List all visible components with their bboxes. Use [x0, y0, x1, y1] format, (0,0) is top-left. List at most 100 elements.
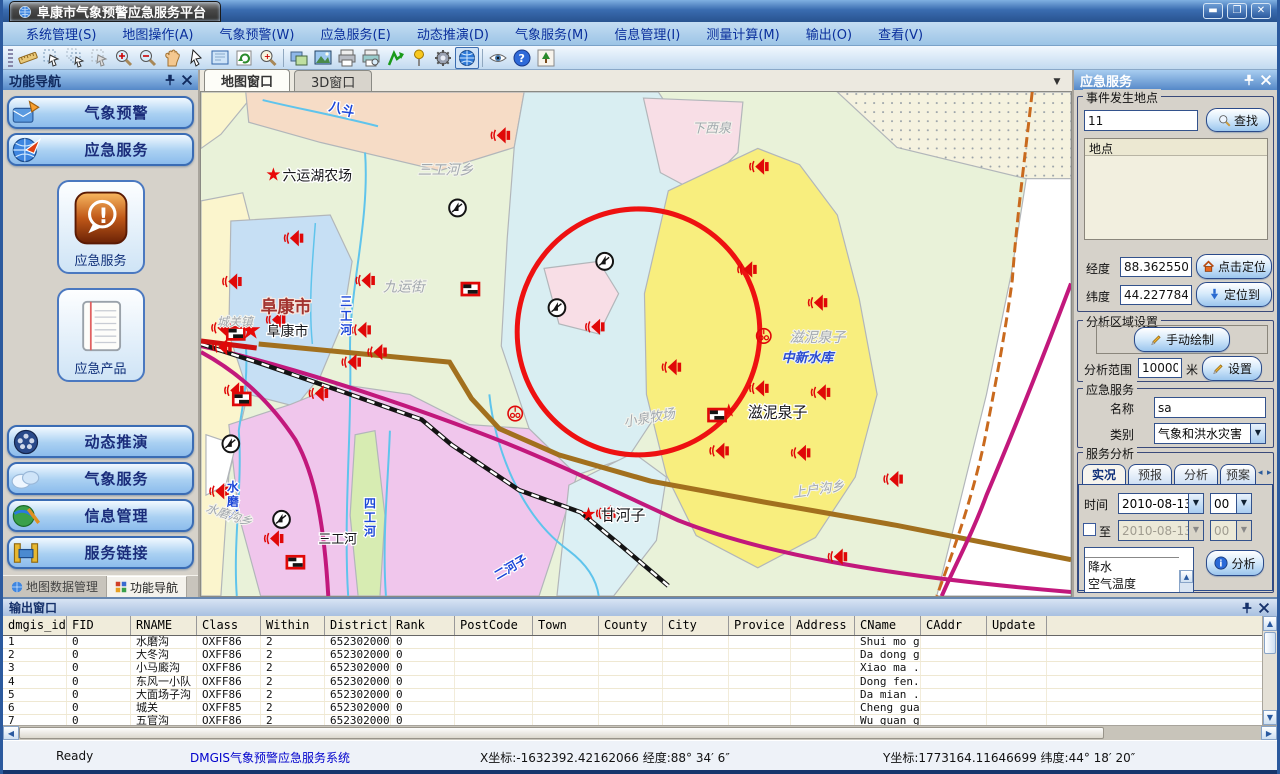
help-button[interactable]: ?	[510, 47, 534, 69]
table-row[interactable]: 20大冬沟OXFF8626523020000Da dong gou	[3, 649, 1262, 662]
chevron-down-icon[interactable]: ▼	[1188, 494, 1203, 513]
service-name-input[interactable]	[1154, 397, 1266, 418]
column-header[interactable]: Town	[533, 616, 599, 635]
set-range-button[interactable]: 设置	[1202, 356, 1262, 381]
scroll-left-icon[interactable]: ◀	[3, 726, 19, 740]
layers-button[interactable]	[287, 47, 311, 69]
column-header[interactable]: Address	[791, 616, 855, 635]
element-listbox[interactable]: 降水 空气温度 ▲	[1084, 547, 1194, 593]
analysis-range-input[interactable]	[1138, 358, 1182, 378]
star-marker[interactable]: ★	[721, 400, 737, 421]
scroll-down-icon[interactable]: ▼	[1263, 710, 1277, 725]
service-type-select[interactable]: 气象和洪水灾害▼	[1154, 423, 1266, 444]
latitude-input[interactable]	[1120, 285, 1192, 305]
list-scrollbar[interactable]: ▲	[1179, 570, 1193, 592]
go-arrow-button[interactable]	[383, 47, 407, 69]
column-header[interactable]: Class	[197, 616, 261, 635]
flag-marker[interactable]	[461, 282, 481, 297]
column-header[interactable]: PostCode	[455, 616, 533, 635]
scroll-up-icon[interactable]: ▲	[1180, 570, 1193, 583]
column-header[interactable]: Update	[987, 616, 1047, 635]
map-canvas[interactable]: ★★★★ 八斗六运湖农场三工河乡下西泉阜康市城关镇阜康市九运街三工河滋泥泉子中新…	[200, 92, 1072, 597]
scrollbar-thumb[interactable]	[1264, 632, 1276, 654]
tab-scroll-left-icon[interactable]: ◂	[1258, 468, 1263, 478]
scrollbar-thumb[interactable]	[19, 727, 1104, 739]
image-export-button[interactable]	[311, 47, 335, 69]
flag-marker[interactable]	[286, 555, 306, 570]
zoom-out-button[interactable]	[136, 47, 160, 69]
manual-draw-button[interactable]: 手动绘制	[1134, 327, 1230, 352]
menu-item[interactable]: 信息管理(I)	[601, 24, 693, 43]
minimize-button[interactable]: ▬	[1203, 3, 1223, 19]
table-row[interactable]: 30小马廄沟OXFF8626523020000Xiao ma ...	[3, 662, 1262, 675]
map-svg[interactable]: ★★★★ 八斗六运湖农场三工河乡下西泉阜康市城关镇阜康市九运街三工河滋泥泉子中新…	[201, 92, 1071, 596]
chevron-down-icon[interactable]: ▼	[1236, 494, 1251, 513]
station-marker[interactable]	[273, 511, 290, 528]
click-locate-button[interactable]: 点击定位	[1196, 254, 1272, 279]
station-marker[interactable]	[222, 435, 239, 452]
column-header[interactable]: RNAME	[131, 616, 197, 635]
print-button[interactable]	[335, 47, 359, 69]
zoom-in-button[interactable]	[112, 47, 136, 69]
eye-button[interactable]	[486, 47, 510, 69]
emergency-product-button[interactable]: 应急产品	[57, 288, 145, 382]
menu-item[interactable]: 查看(V)	[865, 24, 936, 43]
select-multi-button[interactable]	[64, 47, 88, 69]
close-icon[interactable]	[180, 73, 194, 87]
location-search-input[interactable]	[1084, 110, 1198, 131]
column-header[interactable]: dmgis_id	[3, 616, 67, 635]
table-row[interactable]: 70五官沟OXFF8626523020000Wu guan gou	[3, 715, 1262, 725]
column-header[interactable]: Within	[261, 616, 325, 635]
star-marker[interactable]: ★	[265, 164, 281, 185]
vertical-scrollbar[interactable]: ▲ ▼	[1262, 616, 1277, 725]
menu-item[interactable]: 气象服务(M)	[502, 24, 601, 43]
menu-item[interactable]: 动态推演(D)	[404, 24, 502, 43]
column-header[interactable]: City	[663, 616, 729, 635]
tab-map-data-management[interactable]: 地图数据管理	[3, 576, 107, 597]
tab-function-nav[interactable]: 功能导航	[107, 576, 187, 597]
column-header[interactable]: FID	[67, 616, 131, 635]
gear-button[interactable]	[431, 47, 455, 69]
menu-item[interactable]: 输出(O)	[793, 24, 865, 43]
extent-button[interactable]	[208, 47, 232, 69]
flag-marker[interactable]	[232, 392, 252, 407]
select-clear-button[interactable]	[88, 47, 112, 69]
close-button[interactable]: ✕	[1251, 3, 1271, 19]
menu-item[interactable]: 测量计算(M)	[693, 24, 792, 43]
tab-forecast[interactable]: 预报	[1128, 464, 1172, 484]
table-row[interactable]: 60城关OXFF8526523020000Cheng guan	[3, 702, 1262, 715]
station-marker[interactable]	[449, 199, 466, 216]
identify-button[interactable]: +	[256, 47, 280, 69]
station-marker[interactable]	[549, 299, 566, 316]
column-header[interactable]: Rank	[391, 616, 455, 635]
longitude-input[interactable]	[1120, 257, 1192, 277]
hour-select[interactable]: 00▼	[1210, 493, 1252, 514]
pointer-button[interactable]	[184, 47, 208, 69]
list-item[interactable]: 空气温度	[1085, 575, 1179, 592]
menu-item[interactable]: 系统管理(S)	[13, 24, 109, 43]
toolbar-grip[interactable]	[8, 49, 13, 67]
measure-button[interactable]	[16, 47, 40, 69]
table-row[interactable]: 10水磨沟OXFF8626523020000Shui mo gou	[3, 636, 1262, 649]
location-list[interactable]: 地点	[1084, 138, 1268, 240]
select-rect-button[interactable]	[40, 47, 64, 69]
horizontal-scrollbar[interactable]: ◀ ▶	[3, 725, 1277, 740]
column-header[interactable]: Provice	[729, 616, 791, 635]
sidebar-item-emergency-service[interactable]: 应急服务	[7, 133, 194, 166]
chevron-down-icon[interactable]: ▼	[1250, 424, 1265, 443]
sidebar-item-service-link[interactable]: 服务链接	[7, 536, 194, 569]
goto-location-button[interactable]: 定位到	[1196, 282, 1272, 307]
sidebar-item-weather-warning[interactable]: 气象预警	[7, 96, 194, 129]
close-icon[interactable]	[1257, 601, 1271, 615]
emergency-service-button[interactable]: ! 应急服务	[57, 180, 145, 274]
column-header[interactable]: CAddr	[921, 616, 987, 635]
refresh-button[interactable]	[232, 47, 256, 69]
placemark-button[interactable]	[407, 47, 431, 69]
star-marker[interactable]: ★	[581, 504, 597, 525]
sidebar-item-info-management[interactable]: 信息管理	[7, 499, 194, 532]
tab-3d-window[interactable]: 3D窗口	[294, 70, 372, 91]
analyze-button[interactable]: i 分析	[1206, 550, 1264, 576]
search-button[interactable]: 查找	[1206, 108, 1270, 132]
menu-item[interactable]: 地图操作(A)	[109, 24, 206, 43]
menu-item[interactable]: 应急服务(E)	[307, 24, 403, 43]
